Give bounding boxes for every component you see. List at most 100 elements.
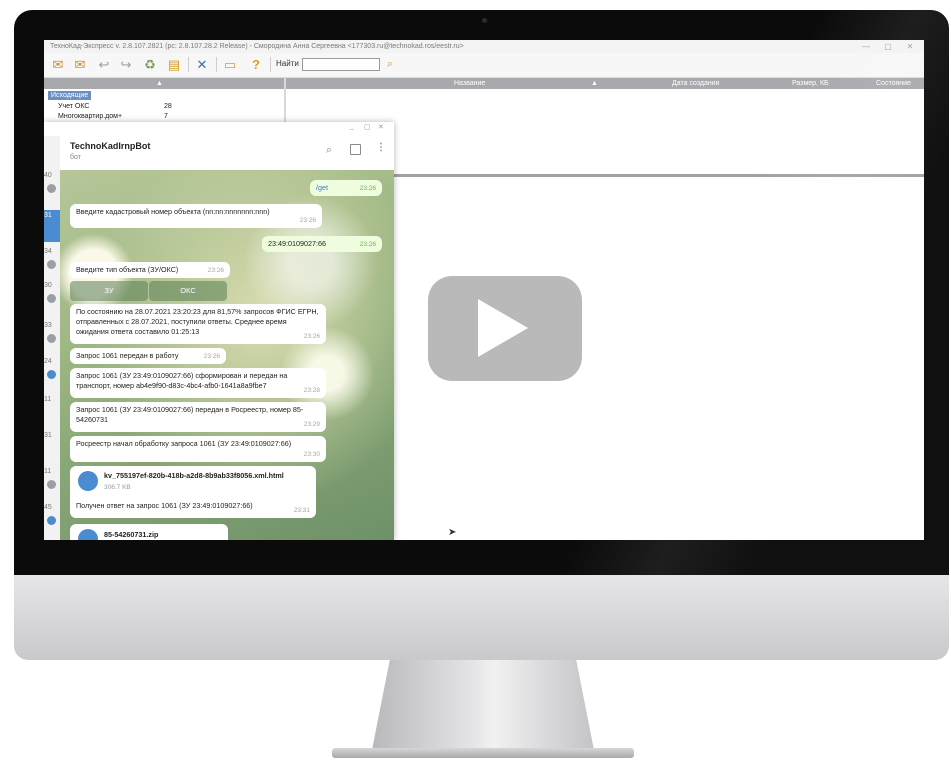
close-button[interactable]: ✕ <box>902 40 918 53</box>
unread-badge <box>47 480 56 489</box>
tg-minimize-button[interactable]: _ <box>350 123 354 130</box>
monitor-stand <box>372 660 594 750</box>
mail-reply-icon[interactable]: ↩ <box>96 57 112 72</box>
tree-item-count: 7 <box>164 113 168 120</box>
find-input[interactable] <box>302 58 380 71</box>
message-time: 23:31 <box>293 507 310 514</box>
search-icon[interactable]: ⌕ <box>326 144 332 157</box>
keyboard-button-zu[interactable]: ЗУ <box>70 281 148 301</box>
message-time: 23:29 <box>303 421 320 428</box>
toolbar-separator <box>270 57 271 72</box>
file-message[interactable]: 85-54260731.zip <box>70 524 228 540</box>
chat-list-time[interactable]: 45 <box>44 504 60 511</box>
tree-item[interactable]: Многоквартир.дом+ 7 <box>58 112 168 121</box>
tree-item[interactable]: Учет ОКС 28 <box>58 102 172 111</box>
telegram-window: _ ▢ ✕ 40 31 34 30 33 24 11 31 11 45 Tech… <box>44 122 394 540</box>
chat-icon[interactable]: ▭ <box>222 57 238 72</box>
column-sort-arrow[interactable]: ▲ <box>591 78 598 89</box>
chat-list-time[interactable]: 11 <box>44 396 60 403</box>
more-icon[interactable]: ⋮ <box>376 142 386 153</box>
chat-list-time[interactable]: 11 <box>44 468 60 475</box>
mail-forward-icon[interactable]: ↪ <box>118 57 134 72</box>
outbox-icon[interactable]: ✉ <box>72 57 88 72</box>
file-name[interactable]: kv_755197ef-820b-418b-a2d8-8b9ab33f8056.… <box>104 471 284 481</box>
message-in[interactable]: Росреестр начал обработку запроса 1061 (… <box>70 436 326 462</box>
file-icon[interactable] <box>78 529 98 540</box>
column-status[interactable]: Состояние <box>876 78 911 89</box>
message-in[interactable]: Введите тип объекта (ЗУ/ОКС) 23:26 <box>70 262 230 278</box>
message-text: Запрос 1061 (ЗУ 23:49:0109027:66) переда… <box>76 405 304 424</box>
tools-icon[interactable]: ✕ <box>194 57 210 72</box>
column-date[interactable]: Дата создания <box>672 78 719 89</box>
toolbar: ✉ ✉ ↩ ↪ ♻ ▤ ✕ ▭ ? Найти ⌕ <box>44 53 924 78</box>
play-button-icon[interactable] <box>478 299 528 357</box>
message-time: 23:30 <box>303 451 320 458</box>
tg-close-button[interactable]: ✕ <box>378 123 384 131</box>
chat-list-time: 31 <box>44 212 52 219</box>
message-text: Введите кадастровый номер объекта (nn:nn… <box>76 207 270 216</box>
unread-badge <box>47 294 56 303</box>
tree-root[interactable]: Исходящие <box>48 91 92 100</box>
mouse-cursor-icon: ➤ <box>448 527 457 538</box>
message-in[interactable]: Запрос 1061 передан в работу 23:26 <box>70 348 226 364</box>
message-time: 23:28 <box>303 387 320 394</box>
tree-item-label: Многоквартир.дом+ <box>58 113 123 120</box>
file-message[interactable]: kv_755197ef-820b-418b-a2d8-8b9ab33f8056.… <box>70 466 316 518</box>
sidebar-toggle-icon[interactable] <box>350 144 361 155</box>
message-text: /get <box>316 183 328 192</box>
find-label: Найти <box>276 59 299 68</box>
file-name[interactable]: 85-54260731.zip <box>104 530 158 540</box>
app-title-bar: ТехноКад-Экспресс v. 2.8.107.2821 (pc: 2… <box>44 40 924 53</box>
message-out[interactable]: 23:49:0109027:66 23:26 <box>262 236 382 252</box>
folder-icon[interactable]: ▤ <box>166 57 182 72</box>
unread-badge <box>47 334 56 343</box>
message-in[interactable]: По состоянию на 28.07.2021 23:20:23 для … <box>70 304 326 344</box>
message-text: Запрос 1061 передан в работу <box>76 351 179 360</box>
chat-area: /get 23:26 Введите кадастровый номер объ… <box>60 170 394 540</box>
message-time: 23:26 <box>203 353 220 360</box>
monitor-chin <box>14 575 949 660</box>
file-caption: Получен ответ на запрос 1061 (ЗУ 23:49:0… <box>76 501 253 510</box>
message-text: 23:49:0109027:66 <box>268 239 326 248</box>
keyboard-button-oks[interactable]: ОКС <box>149 281 227 301</box>
message-in[interactable]: Запрос 1061 (ЗУ 23:49:0109027:66) переда… <box>70 402 326 432</box>
chat-list-time[interactable]: 33 <box>44 322 60 329</box>
bot-name[interactable]: TechnoKadIrnpBot <box>70 141 150 151</box>
toolbar-separator <box>188 57 189 72</box>
sort-arrow-icon[interactable]: ▲ <box>156 78 163 89</box>
chat-list-time[interactable]: 34 <box>44 248 60 255</box>
toolbar-separator <box>216 57 217 72</box>
message-text: Росреестр начал обработку запроса 1061 (… <box>76 439 292 448</box>
chat-list-time[interactable]: 31 <box>44 432 60 439</box>
tree-header[interactable]: ▲ <box>44 78 284 89</box>
column-size[interactable]: Размер, КБ <box>792 78 829 89</box>
inbox-icon[interactable]: ✉ <box>50 57 66 72</box>
unread-badge <box>47 260 56 269</box>
message-text: Запрос 1061 (ЗУ 23:49:0109027:66) сформи… <box>76 371 288 390</box>
message-in[interactable]: Введите кадастровый номер объекта (nn:nn… <box>70 204 322 228</box>
search-icon[interactable]: ⌕ <box>382 57 398 72</box>
chat-list-time[interactable]: 40 <box>44 172 60 179</box>
column-name[interactable]: Название <box>454 78 485 89</box>
chat-list-time[interactable]: 24 <box>44 358 60 365</box>
maximize-button[interactable]: ▢ <box>880 40 896 53</box>
message-time: 23:26 <box>359 185 376 192</box>
message-time: 23:26 <box>299 217 316 224</box>
tg-maximize-button[interactable]: ▢ <box>364 123 371 131</box>
message-text: По состоянию на 28.07.2021 23:20:23 для … <box>76 307 319 336</box>
unread-badge <box>47 370 56 379</box>
chat-header: TechnoKadIrnpBot бот ⌕ ⋮ <box>60 136 394 171</box>
tree-item-count: 28 <box>164 103 172 110</box>
help-icon[interactable]: ? <box>248 57 264 72</box>
unread-badge <box>47 516 56 525</box>
unread-badge <box>47 184 56 193</box>
tree-item-label: Учет ОКС <box>58 103 90 110</box>
message-in[interactable]: Запрос 1061 (ЗУ 23:49:0109027:66) сформи… <box>70 368 326 398</box>
message-time: 23:26 <box>303 333 320 340</box>
recycle-icon[interactable]: ♻ <box>142 57 158 72</box>
bot-status: бот <box>70 154 81 161</box>
file-icon[interactable] <box>78 471 98 491</box>
minimize-button[interactable]: — <box>858 40 874 53</box>
message-out[interactable]: /get 23:26 <box>310 180 382 196</box>
chat-list-time[interactable]: 30 <box>44 282 60 289</box>
